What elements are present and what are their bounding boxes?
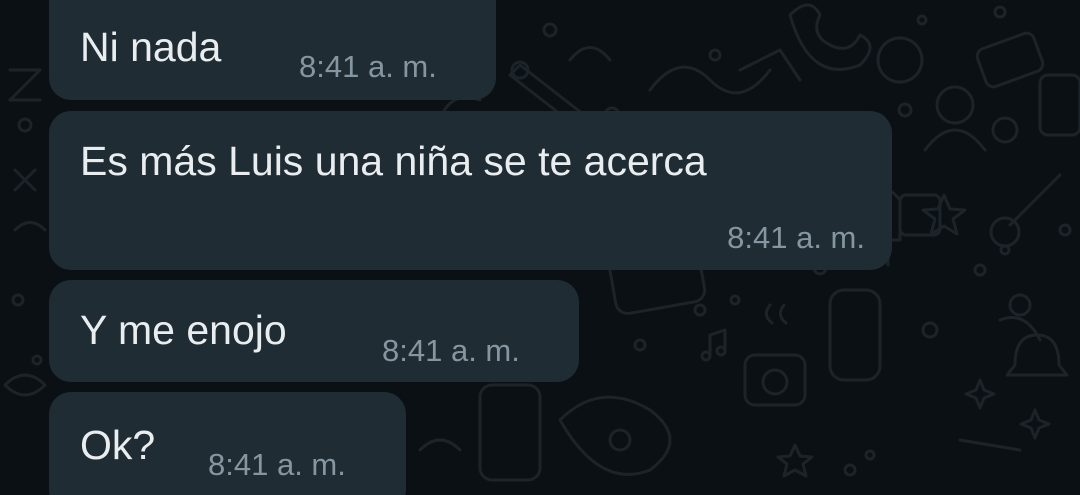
message-text: Es más Luis una niña se te acerca: [80, 138, 707, 184]
message-bubble[interactable]: Es más Luis una niña se te acerca 8:41 a…: [49, 111, 892, 270]
message-bubble[interactable]: Ok? 8:41 a. m.: [49, 392, 406, 495]
message-text: Y me enojo: [80, 307, 287, 353]
message-timestamp: 8:41 a. m.: [727, 220, 865, 255]
message-timestamp: 8:41 a. m.: [299, 49, 437, 84]
message-text: Ni nada: [80, 24, 222, 70]
message-timestamp: 8:41 a. m.: [208, 447, 346, 482]
message-bubble[interactable]: Ni nada 8:41 a. m.: [49, 0, 496, 100]
message-timestamp: 8:41 a. m.: [382, 333, 520, 368]
chat-area[interactable]: Ni nada 8:41 a. m. Es más Luis una niña …: [0, 0, 1080, 495]
message-text: Ok?: [80, 422, 156, 468]
message-bubble[interactable]: Y me enojo 8:41 a. m.: [49, 280, 579, 382]
